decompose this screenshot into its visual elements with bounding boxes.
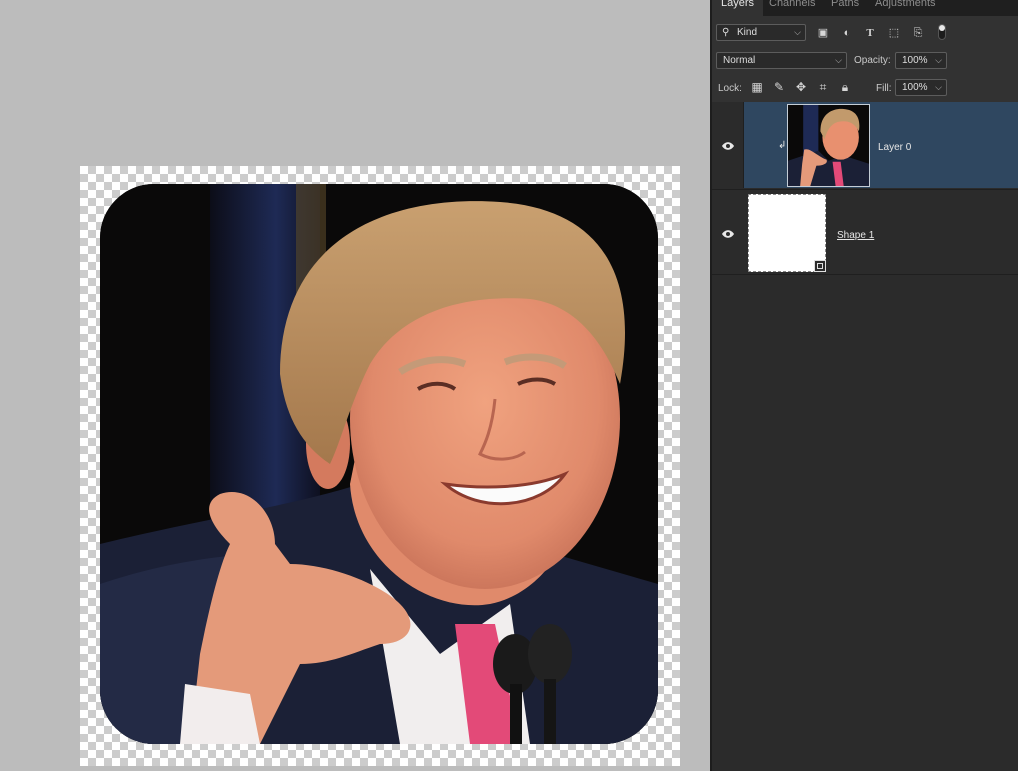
lock-position-icon[interactable]: ✥ bbox=[794, 79, 808, 95]
artboard-transparency-grid[interactable] bbox=[80, 166, 680, 766]
blend-mode-row: Normal ⌵ Opacity: 100% ⌵ bbox=[712, 48, 1018, 75]
fill-label: Fill: bbox=[876, 83, 892, 94]
smart-object-filter-icon[interactable]: ⎘ bbox=[911, 25, 925, 41]
layer-name-shape-1[interactable]: Shape 1 bbox=[837, 230, 874, 241]
blend-mode-value: Normal bbox=[723, 55, 756, 66]
search-icon: ⚲ bbox=[722, 27, 730, 38]
chevron-down-icon: ⌵ bbox=[935, 55, 942, 65]
vector-mask-icon bbox=[814, 260, 826, 272]
image-filter-icon[interactable]: ▣ bbox=[816, 25, 830, 41]
layer-thumbnail[interactable] bbox=[787, 104, 870, 187]
filter-kind-select[interactable]: ⚲ Kind ⌵ bbox=[716, 24, 806, 41]
lock-artboard-icon[interactable]: ⌗ bbox=[816, 79, 830, 95]
tab-paths[interactable]: Paths bbox=[822, 0, 868, 16]
blend-mode-select[interactable]: Normal ⌵ bbox=[716, 52, 847, 69]
adjustment-filter-icon[interactable]: ◐ bbox=[840, 25, 854, 41]
eye-icon[interactable] bbox=[721, 141, 735, 151]
layer-thumbnail-image bbox=[788, 105, 869, 186]
layer-name-layer-0[interactable]: Layer 0 bbox=[878, 142, 911, 153]
lock-row: Lock: ▦ ✎ ✥ ⌗ 🔒︎ Fill: 100% ⌵ bbox=[712, 74, 1018, 103]
lock-image-icon[interactable]: ✎ bbox=[772, 79, 786, 95]
document-canvas[interactable] bbox=[0, 0, 710, 771]
chevron-down-icon: ⌵ bbox=[794, 27, 801, 37]
chevron-down-icon: ⌵ bbox=[835, 55, 842, 65]
layer-filter-row: ⚲ Kind ⌵ ▣ ◐ T ⬚ ⎘ bbox=[712, 16, 1018, 49]
filter-toggle-switch[interactable] bbox=[938, 24, 946, 40]
opacity-input[interactable]: 100% ⌵ bbox=[895, 52, 947, 69]
chevron-down-icon: ⌵ bbox=[935, 82, 942, 92]
filter-kind-label: Kind bbox=[737, 27, 758, 38]
lock-transparent-icon[interactable]: ▦ bbox=[750, 79, 764, 95]
portrait-photo bbox=[100, 184, 658, 744]
layer-row-shape-1[interactable]: Shape 1 bbox=[712, 189, 1018, 275]
shape-filter-icon[interactable]: ⬚ bbox=[887, 25, 901, 41]
clipped-photo-layer bbox=[100, 184, 658, 744]
opacity-label: Opacity: bbox=[854, 55, 891, 66]
tab-channels[interactable]: Channels bbox=[760, 0, 824, 16]
layer-row-layer-0[interactable]: ↲ Layer 0 bbox=[712, 102, 1018, 188]
clipping-mask-arrow-icon: ↲ bbox=[778, 140, 787, 151]
fill-input[interactable]: 100% ⌵ bbox=[895, 79, 947, 96]
type-filter-icon[interactable]: T bbox=[863, 25, 877, 41]
lock-all-icon[interactable]: 🔒︎ bbox=[838, 79, 852, 95]
tab-adjustments[interactable]: Adjustments bbox=[866, 0, 945, 16]
panel-tab-bar: Layers Channels Paths Adjustments bbox=[712, 0, 1018, 16]
opacity-value: 100% bbox=[902, 55, 928, 66]
visibility-cell bbox=[712, 102, 744, 188]
layers-panel: Layers Channels Paths Adjustments ⚲ Kind… bbox=[710, 0, 1018, 771]
fill-value: 100% bbox=[902, 82, 928, 93]
tab-layers[interactable]: Layers bbox=[712, 0, 764, 16]
eye-icon[interactable] bbox=[721, 229, 735, 239]
lock-label: Lock: bbox=[718, 83, 742, 94]
